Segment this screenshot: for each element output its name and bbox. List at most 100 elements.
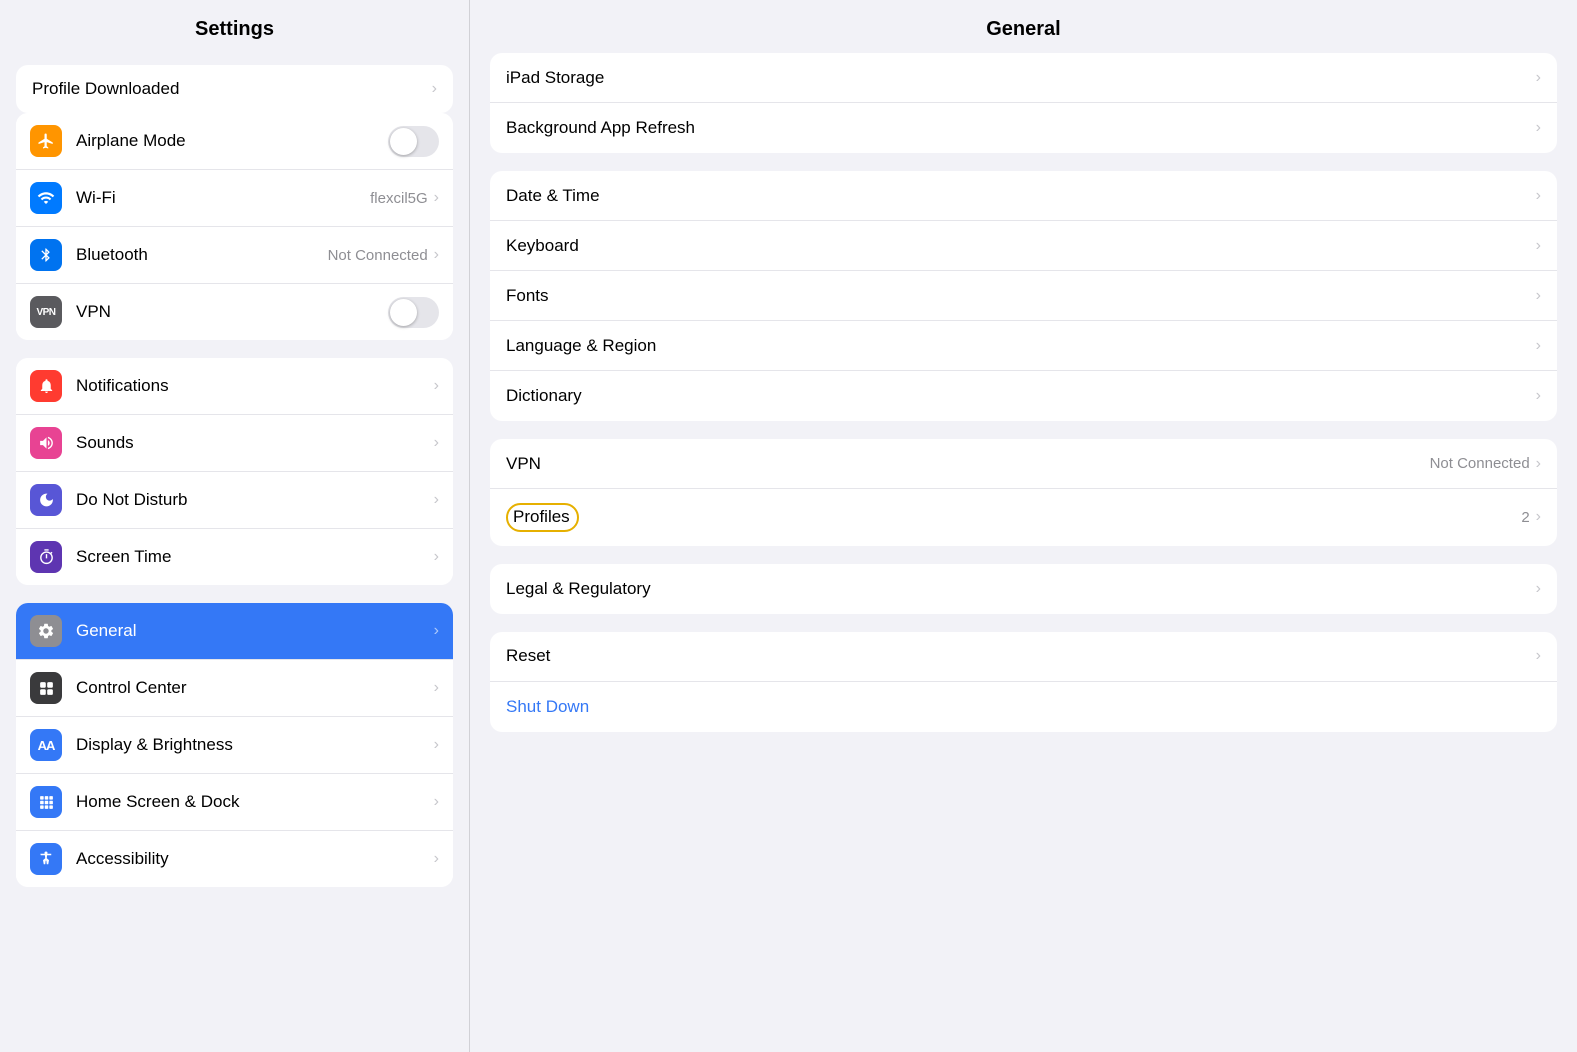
bluetooth-label: Bluetooth — [76, 245, 328, 265]
sidebar-item-control-center[interactable]: Control Center › — [16, 660, 453, 717]
sidebar-item-wifi[interactable]: Wi-Fi flexcil5G › — [16, 170, 453, 227]
ipad-storage-chevron: › — [1536, 69, 1541, 87]
sidebar-section-notifications: Notifications › Sounds › Do Not Disturb … — [16, 358, 453, 585]
main-item-keyboard[interactable]: Keyboard › — [490, 221, 1557, 271]
sidebar-title: Settings — [0, 0, 469, 53]
sounds-icon — [30, 427, 62, 459]
profiles-value: 2 — [1521, 509, 1529, 526]
airplane-mode-icon — [30, 125, 62, 157]
sidebar-item-notifications[interactable]: Notifications › — [16, 358, 453, 415]
home-screen-icon — [30, 786, 62, 818]
sidebar-item-bluetooth[interactable]: Bluetooth Not Connected › — [16, 227, 453, 284]
profile-downloaded-label: Profile Downloaded — [32, 79, 432, 99]
main-item-reset[interactable]: Reset › — [490, 632, 1557, 682]
bluetooth-chevron: › — [434, 246, 439, 264]
main-item-date-time[interactable]: Date & Time › — [490, 171, 1557, 221]
do-not-disturb-label: Do Not Disturb — [76, 490, 434, 510]
profile-downloaded-chevron: › — [432, 80, 437, 98]
sidebar-item-general[interactable]: General › — [16, 603, 453, 660]
wifi-label: Wi-Fi — [76, 188, 370, 208]
screen-time-label: Screen Time — [76, 547, 434, 567]
home-screen-chevron: › — [434, 793, 439, 811]
sidebar-item-screen-time[interactable]: Screen Time › — [16, 529, 453, 585]
sidebar-item-accessibility[interactable]: Accessibility › — [16, 831, 453, 887]
date-time-label: Date & Time — [506, 186, 1536, 206]
legal-regulatory-chevron: › — [1536, 580, 1541, 598]
main-item-background-refresh[interactable]: Background App Refresh › — [490, 103, 1557, 153]
ipad-storage-label: iPad Storage — [506, 68, 1536, 88]
airplane-mode-toggle[interactable] — [388, 126, 439, 157]
sidebar-item-home-screen[interactable]: Home Screen & Dock › — [16, 774, 453, 831]
main-section-reset: Reset › Shut Down — [490, 632, 1557, 732]
dictionary-chevron: › — [1536, 387, 1541, 405]
vpn-main-chevron: › — [1536, 455, 1541, 473]
dictionary-label: Dictionary — [506, 386, 1536, 406]
sidebar-item-do-not-disturb[interactable]: Do Not Disturb › — [16, 472, 453, 529]
wifi-icon — [30, 182, 62, 214]
vpn-icon: VPN — [30, 296, 62, 328]
screen-time-icon — [30, 541, 62, 573]
main-item-language-region[interactable]: Language & Region › — [490, 321, 1557, 371]
main-item-legal-regulatory[interactable]: Legal & Regulatory › — [490, 564, 1557, 614]
general-label: General — [76, 621, 434, 641]
general-icon — [30, 615, 62, 647]
main-item-vpn[interactable]: VPN Not Connected › — [490, 439, 1557, 489]
language-region-chevron: › — [1536, 337, 1541, 355]
main-item-shut-down[interactable]: Shut Down — [490, 682, 1557, 732]
general-chevron: › — [434, 622, 439, 640]
sounds-chevron: › — [434, 434, 439, 452]
notifications-label: Notifications — [76, 376, 434, 396]
main-item-profiles[interactable]: Profiles 2 › — [490, 489, 1557, 546]
date-time-chevron: › — [1536, 187, 1541, 205]
profiles-chevron: › — [1536, 508, 1541, 526]
main-item-ipad-storage[interactable]: iPad Storage › — [490, 53, 1557, 103]
airplane-mode-label: Airplane Mode — [76, 131, 388, 151]
background-refresh-label: Background App Refresh — [506, 118, 1536, 138]
sidebar: Settings Profile Downloaded › Airplane M… — [0, 0, 470, 1052]
accessibility-chevron: › — [434, 850, 439, 868]
sidebar-item-airplane-mode[interactable]: Airplane Mode — [16, 113, 453, 170]
sidebar-item-sounds[interactable]: Sounds › — [16, 415, 453, 472]
background-refresh-chevron: › — [1536, 119, 1541, 137]
profiles-label: Profiles — [506, 503, 1521, 532]
sidebar-item-display-brightness[interactable]: AA Display & Brightness › — [16, 717, 453, 774]
main-item-fonts[interactable]: Fonts › — [490, 271, 1557, 321]
wifi-value: flexcil5G — [370, 190, 428, 207]
language-region-label: Language & Region — [506, 336, 1536, 356]
reset-chevron: › — [1536, 647, 1541, 665]
control-center-icon — [30, 672, 62, 704]
keyboard-chevron: › — [1536, 237, 1541, 255]
accessibility-label: Accessibility — [76, 849, 434, 869]
notifications-icon — [30, 370, 62, 402]
main-section-storage: iPad Storage › Background App Refresh › — [490, 53, 1557, 153]
vpn-toggle[interactable] — [388, 297, 439, 328]
vpn-main-value: Not Connected — [1430, 455, 1530, 472]
sidebar-section-connectivity: Airplane Mode Wi-Fi flexcil5G › Bluetoot… — [16, 113, 453, 340]
main-panel: General iPad Storage › Background App Re… — [470, 0, 1577, 1052]
display-brightness-chevron: › — [434, 736, 439, 754]
fonts-label: Fonts — [506, 286, 1536, 306]
vpn-main-label: VPN — [506, 454, 1430, 474]
vpn-label: VPN — [76, 302, 388, 322]
legal-regulatory-label: Legal & Regulatory — [506, 579, 1536, 599]
profile-downloaded-row[interactable]: Profile Downloaded › — [16, 65, 453, 113]
control-center-chevron: › — [434, 679, 439, 697]
bluetooth-icon — [30, 239, 62, 271]
screen-time-chevron: › — [434, 548, 439, 566]
do-not-disturb-icon — [30, 484, 62, 516]
main-section-vpn-profiles: VPN Not Connected › Profiles 2 › — [490, 439, 1557, 546]
bluetooth-value: Not Connected — [328, 247, 428, 264]
accessibility-icon — [30, 843, 62, 875]
profiles-circle-annotation: Profiles — [506, 503, 579, 532]
main-item-dictionary[interactable]: Dictionary › — [490, 371, 1557, 421]
display-brightness-label: Display & Brightness — [76, 735, 434, 755]
home-screen-label: Home Screen & Dock — [76, 792, 434, 812]
reset-label: Reset — [506, 646, 1536, 666]
sidebar-item-vpn[interactable]: VPN VPN — [16, 284, 453, 340]
display-brightness-icon: AA — [30, 729, 62, 761]
wifi-chevron: › — [434, 189, 439, 207]
shut-down-label: Shut Down — [506, 697, 1541, 717]
main-section-regional: Date & Time › Keyboard › Fonts › Languag… — [490, 171, 1557, 421]
main-title: General — [470, 0, 1577, 53]
keyboard-label: Keyboard — [506, 236, 1536, 256]
